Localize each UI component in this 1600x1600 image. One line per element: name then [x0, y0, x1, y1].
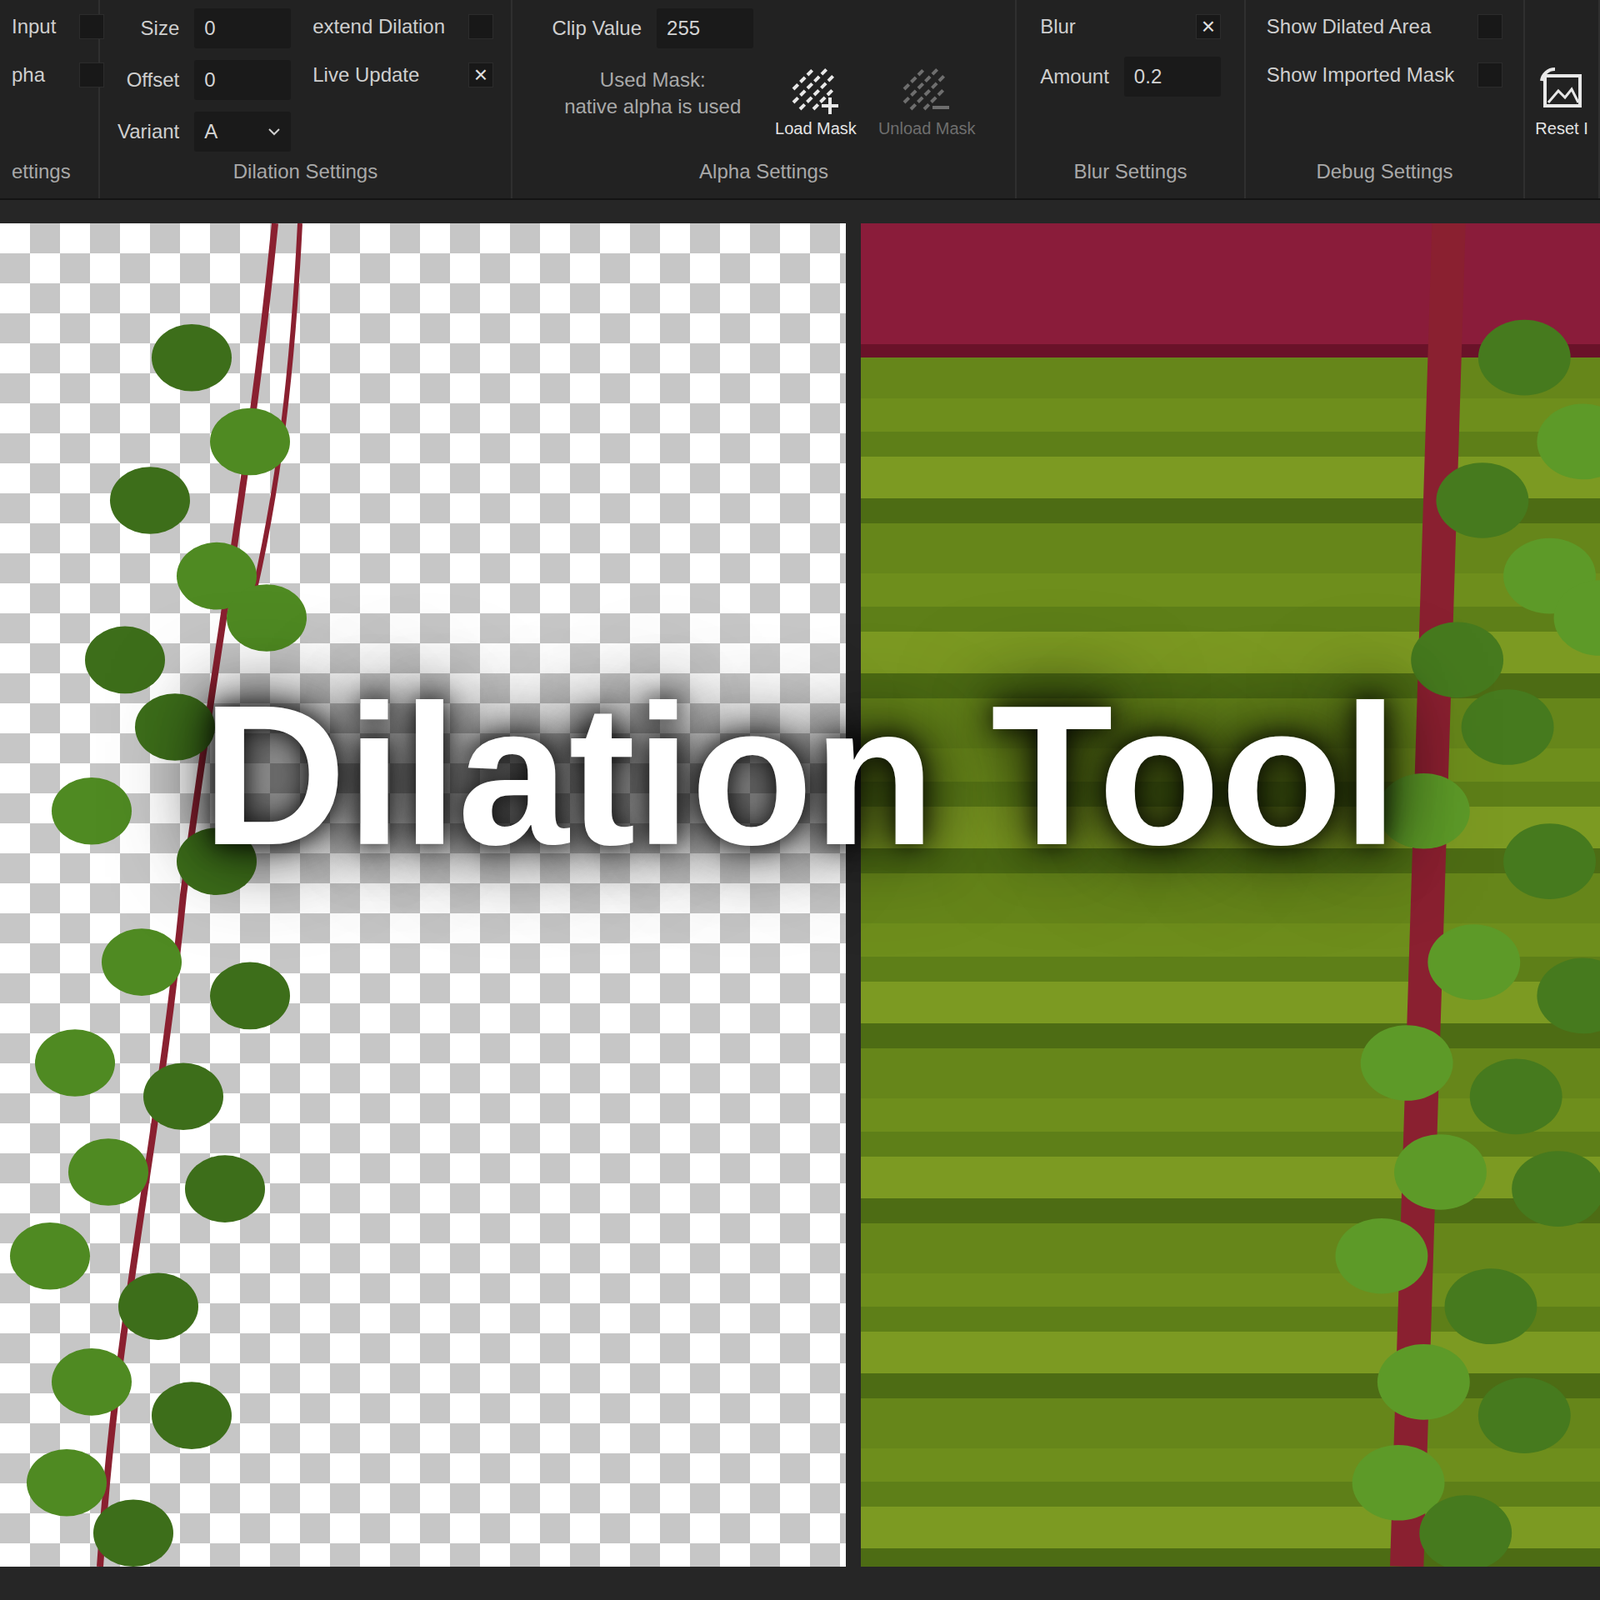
reset-image-icon: [1536, 64, 1587, 115]
group-column: Input pha: [11, 8, 105, 160]
group-column: Load Mask: [775, 8, 857, 160]
group-body: Reset I: [1536, 8, 1587, 160]
checkbox-row: Show Imported Mask: [1266, 56, 1503, 94]
title-overlay: Dilation Tool: [0, 651, 1600, 899]
group-body: Size 0 Offset 0 Variant Aextend Dilation Live …: [111, 8, 500, 160]
dilated-ivy-image: [860, 223, 1600, 1567]
checkbox-label: Blur: [1040, 15, 1076, 39]
toolbar-group: Input pha ettings: [0, 0, 100, 199]
text-field[interactable]: 0.2: [1124, 56, 1221, 97]
dropdown-row: Variant A: [117, 111, 291, 152]
checkbox-label: Live Update: [312, 63, 420, 87]
group-label: [1536, 160, 1587, 184]
field-row: Size 0: [117, 8, 291, 49]
field-row: Offset 0: [117, 60, 291, 100]
preview-area: Dilation Tool: [0, 200, 1600, 1600]
checkbox[interactable]: [1477, 14, 1503, 40]
group-label: Blur Settings: [1028, 160, 1233, 184]
checkbox-row: Live Update ×: [312, 56, 494, 94]
variant-dropdown[interactable]: A: [194, 111, 291, 152]
group-label: Dilation Settings: [111, 160, 500, 184]
checkbox-row: extend Dilation: [312, 8, 494, 45]
dilated-image-panel: [860, 223, 1600, 1567]
title: Dilation Tool: [168, 651, 1431, 899]
checkbox[interactable]: ×: [468, 62, 494, 88]
checkbox-label: Show Imported Mask: [1266, 63, 1455, 87]
checkbox-label: pha: [11, 63, 45, 87]
field-label: Amount: [1040, 65, 1110, 89]
toolbar-group: Blur × Amount 0.2 Blur Settings: [1016, 0, 1246, 199]
group-column: Reset I: [1535, 8, 1588, 160]
text-field[interactable]: 255: [656, 8, 754, 49]
load-mask-icon: [788, 64, 844, 115]
group-column: extend Dilation Live Update ×: [312, 8, 494, 160]
group-label: ettings: [11, 160, 87, 184]
checkbox-label: extend Dilation: [312, 15, 445, 39]
toolbar-group: Show Dilated Area Show Imported Mask Debug…: [1245, 0, 1525, 199]
field-label: Variant: [117, 120, 180, 144]
checkbox[interactable]: ×: [1195, 14, 1221, 40]
group-label: Debug Settings: [1257, 160, 1512, 184]
checkbox[interactable]: [79, 62, 105, 88]
checkbox[interactable]: [1477, 62, 1503, 88]
checkbox-label: Show Dilated Area: [1266, 15, 1431, 39]
toolbar-button[interactable]: Load Mask: [775, 30, 857, 139]
field-label: Size: [140, 16, 180, 40]
group-body: Blur × Amount 0.2: [1028, 8, 1233, 160]
used-mask-note: Used Mask:native alpha is used: [551, 66, 754, 121]
group-column: Unload Mask: [878, 8, 976, 160]
ivy-image: [0, 223, 846, 1567]
group-column: Size 0 Offset 0 Variant A: [117, 8, 291, 160]
toolbar-group: Reset I: [1525, 0, 1600, 199]
group-body: Show Dilated Area Show Imported Mask: [1257, 8, 1512, 160]
group-label: Alpha Settings: [524, 160, 1004, 184]
checkbox[interactable]: [79, 14, 105, 40]
text-field[interactable]: 0: [194, 60, 291, 100]
group-body: Input pha: [11, 8, 87, 160]
checkbox-row: Show Dilated Area: [1266, 8, 1503, 45]
text-field[interactable]: 0: [194, 8, 291, 49]
toolbar-button[interactable]: Unload Mask: [878, 30, 976, 139]
toolbar-button[interactable]: Reset I: [1535, 30, 1588, 139]
unload-mask-icon: [899, 64, 955, 115]
group-column: Clip Value 255 Used Mask:native alpha is u…: [551, 8, 754, 160]
toolbar: Input pha ettings Size 0 Offset 0 Variant Aexten…: [0, 0, 1600, 200]
dilation-tool-page: Input pha ettings Size 0 Offset 0 Variant Aexten…: [0, 0, 1600, 1600]
field-row: Amount 0.2: [1040, 56, 1221, 97]
checkbox-row: Blur ×: [1040, 8, 1221, 45]
group-column: Blur × Amount 0.2: [1040, 8, 1221, 160]
field-row: Clip Value 255: [551, 8, 754, 49]
chevron-down-icon: [267, 127, 281, 136]
checkbox-row: pha: [11, 56, 105, 94]
toolbar-group: Clip Value 255 Used Mask:native alpha is u…: [512, 0, 1017, 199]
checkbox[interactable]: [468, 14, 494, 40]
checkbox-label: Input: [11, 15, 56, 39]
field-label: Offset: [126, 68, 180, 92]
toolbar-group: Size 0 Offset 0 Variant Aextend Dilation Live …: [100, 0, 513, 199]
checkbox-row: Input: [11, 8, 105, 45]
group-body: Clip Value 255 Used Mask:native alpha is u…: [524, 8, 1004, 160]
field-label: Clip Value: [551, 16, 642, 40]
input-image-panel: [0, 223, 846, 1567]
group-column: Show Dilated Area Show Imported Mask: [1266, 8, 1503, 160]
